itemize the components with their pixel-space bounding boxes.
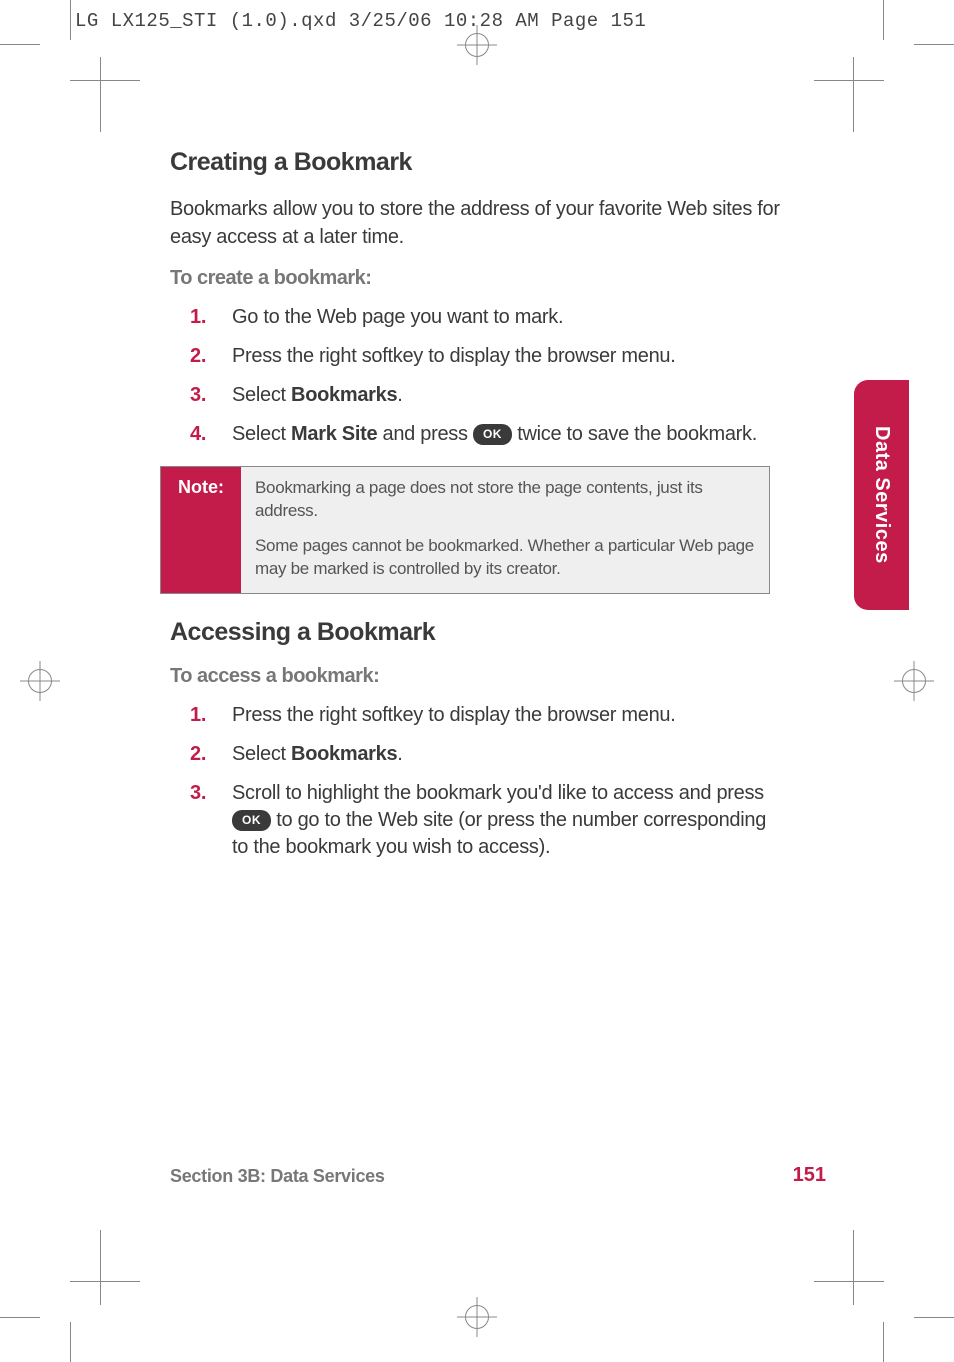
step-text: Press the right softkey to display the b… [232, 345, 676, 367]
bold-term: Bookmarks [291, 384, 397, 406]
step-text: Select [232, 384, 291, 406]
trim-mark [70, 80, 140, 81]
steps-create-bookmark: 1. Go to the Web page you want to mark. … [170, 304, 780, 448]
crop-mark [914, 44, 954, 45]
step-number: 2. [190, 741, 206, 768]
bold-term: Mark Site [291, 423, 377, 445]
footer-section-label: Section 3B: Data Services [170, 1166, 385, 1187]
note-text: Bookmarking a page does not store the pa… [255, 477, 755, 523]
registration-mark-icon [457, 1297, 497, 1337]
step-text: twice to save the bookmark. [517, 423, 757, 445]
step-text: . [397, 743, 402, 765]
step-text: to go to the Web site (or press the numb… [232, 809, 766, 858]
step-item: 2. Press the right softkey to display th… [190, 343, 780, 370]
step-text: and press [377, 423, 473, 445]
ok-button-icon: OK [232, 810, 271, 831]
step-item: 1. Press the right softkey to display th… [190, 702, 780, 729]
crop-mark [883, 0, 884, 40]
crop-mark [0, 44, 40, 45]
heading-accessing-bookmark: Accessing a Bookmark [170, 618, 780, 647]
step-number: 1. [190, 304, 206, 331]
note-box: Note: Bookmarking a page does not store … [160, 466, 770, 594]
registration-mark-icon [894, 661, 934, 701]
step-item: 3. Select Bookmarks. [190, 382, 780, 409]
page-content: Creating a Bookmark Bookmarks allow you … [170, 148, 780, 879]
thumb-tab: Data Services [854, 380, 909, 610]
subhead-access: To access a bookmark: [170, 665, 780, 688]
steps-access-bookmark: 1. Press the right softkey to display th… [170, 702, 780, 861]
print-slug: LG LX125_STI (1.0).qxd 3/25/06 10:28 AM … [75, 10, 646, 32]
thumb-tab-label: Data Services [870, 426, 893, 564]
note-label: Note: [161, 467, 241, 593]
note-body: Bookmarking a page does not store the pa… [241, 467, 769, 593]
step-item: 1. Go to the Web page you want to mark. [190, 304, 780, 331]
trim-mark [100, 1230, 101, 1305]
trim-mark [853, 57, 854, 132]
step-text: Select [232, 423, 291, 445]
trim-mark [853, 1230, 854, 1305]
subhead-create: To create a bookmark: [170, 267, 780, 290]
trim-mark [100, 57, 101, 132]
trim-mark [814, 1281, 884, 1282]
trim-mark [70, 1281, 140, 1282]
step-number: 1. [190, 702, 206, 729]
step-item: 3. Scroll to highlight the bookmark you'… [190, 780, 780, 861]
crop-mark [0, 1317, 40, 1318]
step-text: Scroll to highlight the bookmark you'd l… [232, 782, 764, 804]
crop-mark [914, 1317, 954, 1318]
registration-mark-icon [20, 661, 60, 701]
crop-mark [70, 0, 71, 40]
step-item: 4. Select Mark Site and press OK twice t… [190, 421, 780, 448]
step-text: Press the right softkey to display the b… [232, 704, 676, 726]
step-number: 3. [190, 382, 206, 409]
intro-paragraph: Bookmarks allow you to store the address… [170, 195, 780, 251]
crop-mark [70, 1322, 71, 1362]
note-text: Some pages cannot be bookmarked. Whether… [255, 535, 755, 581]
step-text: Select [232, 743, 291, 765]
step-text: Go to the Web page you want to mark. [232, 306, 563, 328]
heading-creating-bookmark: Creating a Bookmark [170, 148, 780, 177]
trim-mark [814, 80, 884, 81]
crop-mark [883, 1322, 884, 1362]
step-number: 3. [190, 780, 206, 807]
bold-term: Bookmarks [291, 743, 397, 765]
ok-button-icon: OK [473, 424, 512, 445]
step-number: 2. [190, 343, 206, 370]
step-number: 4. [190, 421, 206, 448]
page-number: 151 [793, 1164, 826, 1187]
step-text: . [397, 384, 402, 406]
step-item: 2. Select Bookmarks. [190, 741, 780, 768]
